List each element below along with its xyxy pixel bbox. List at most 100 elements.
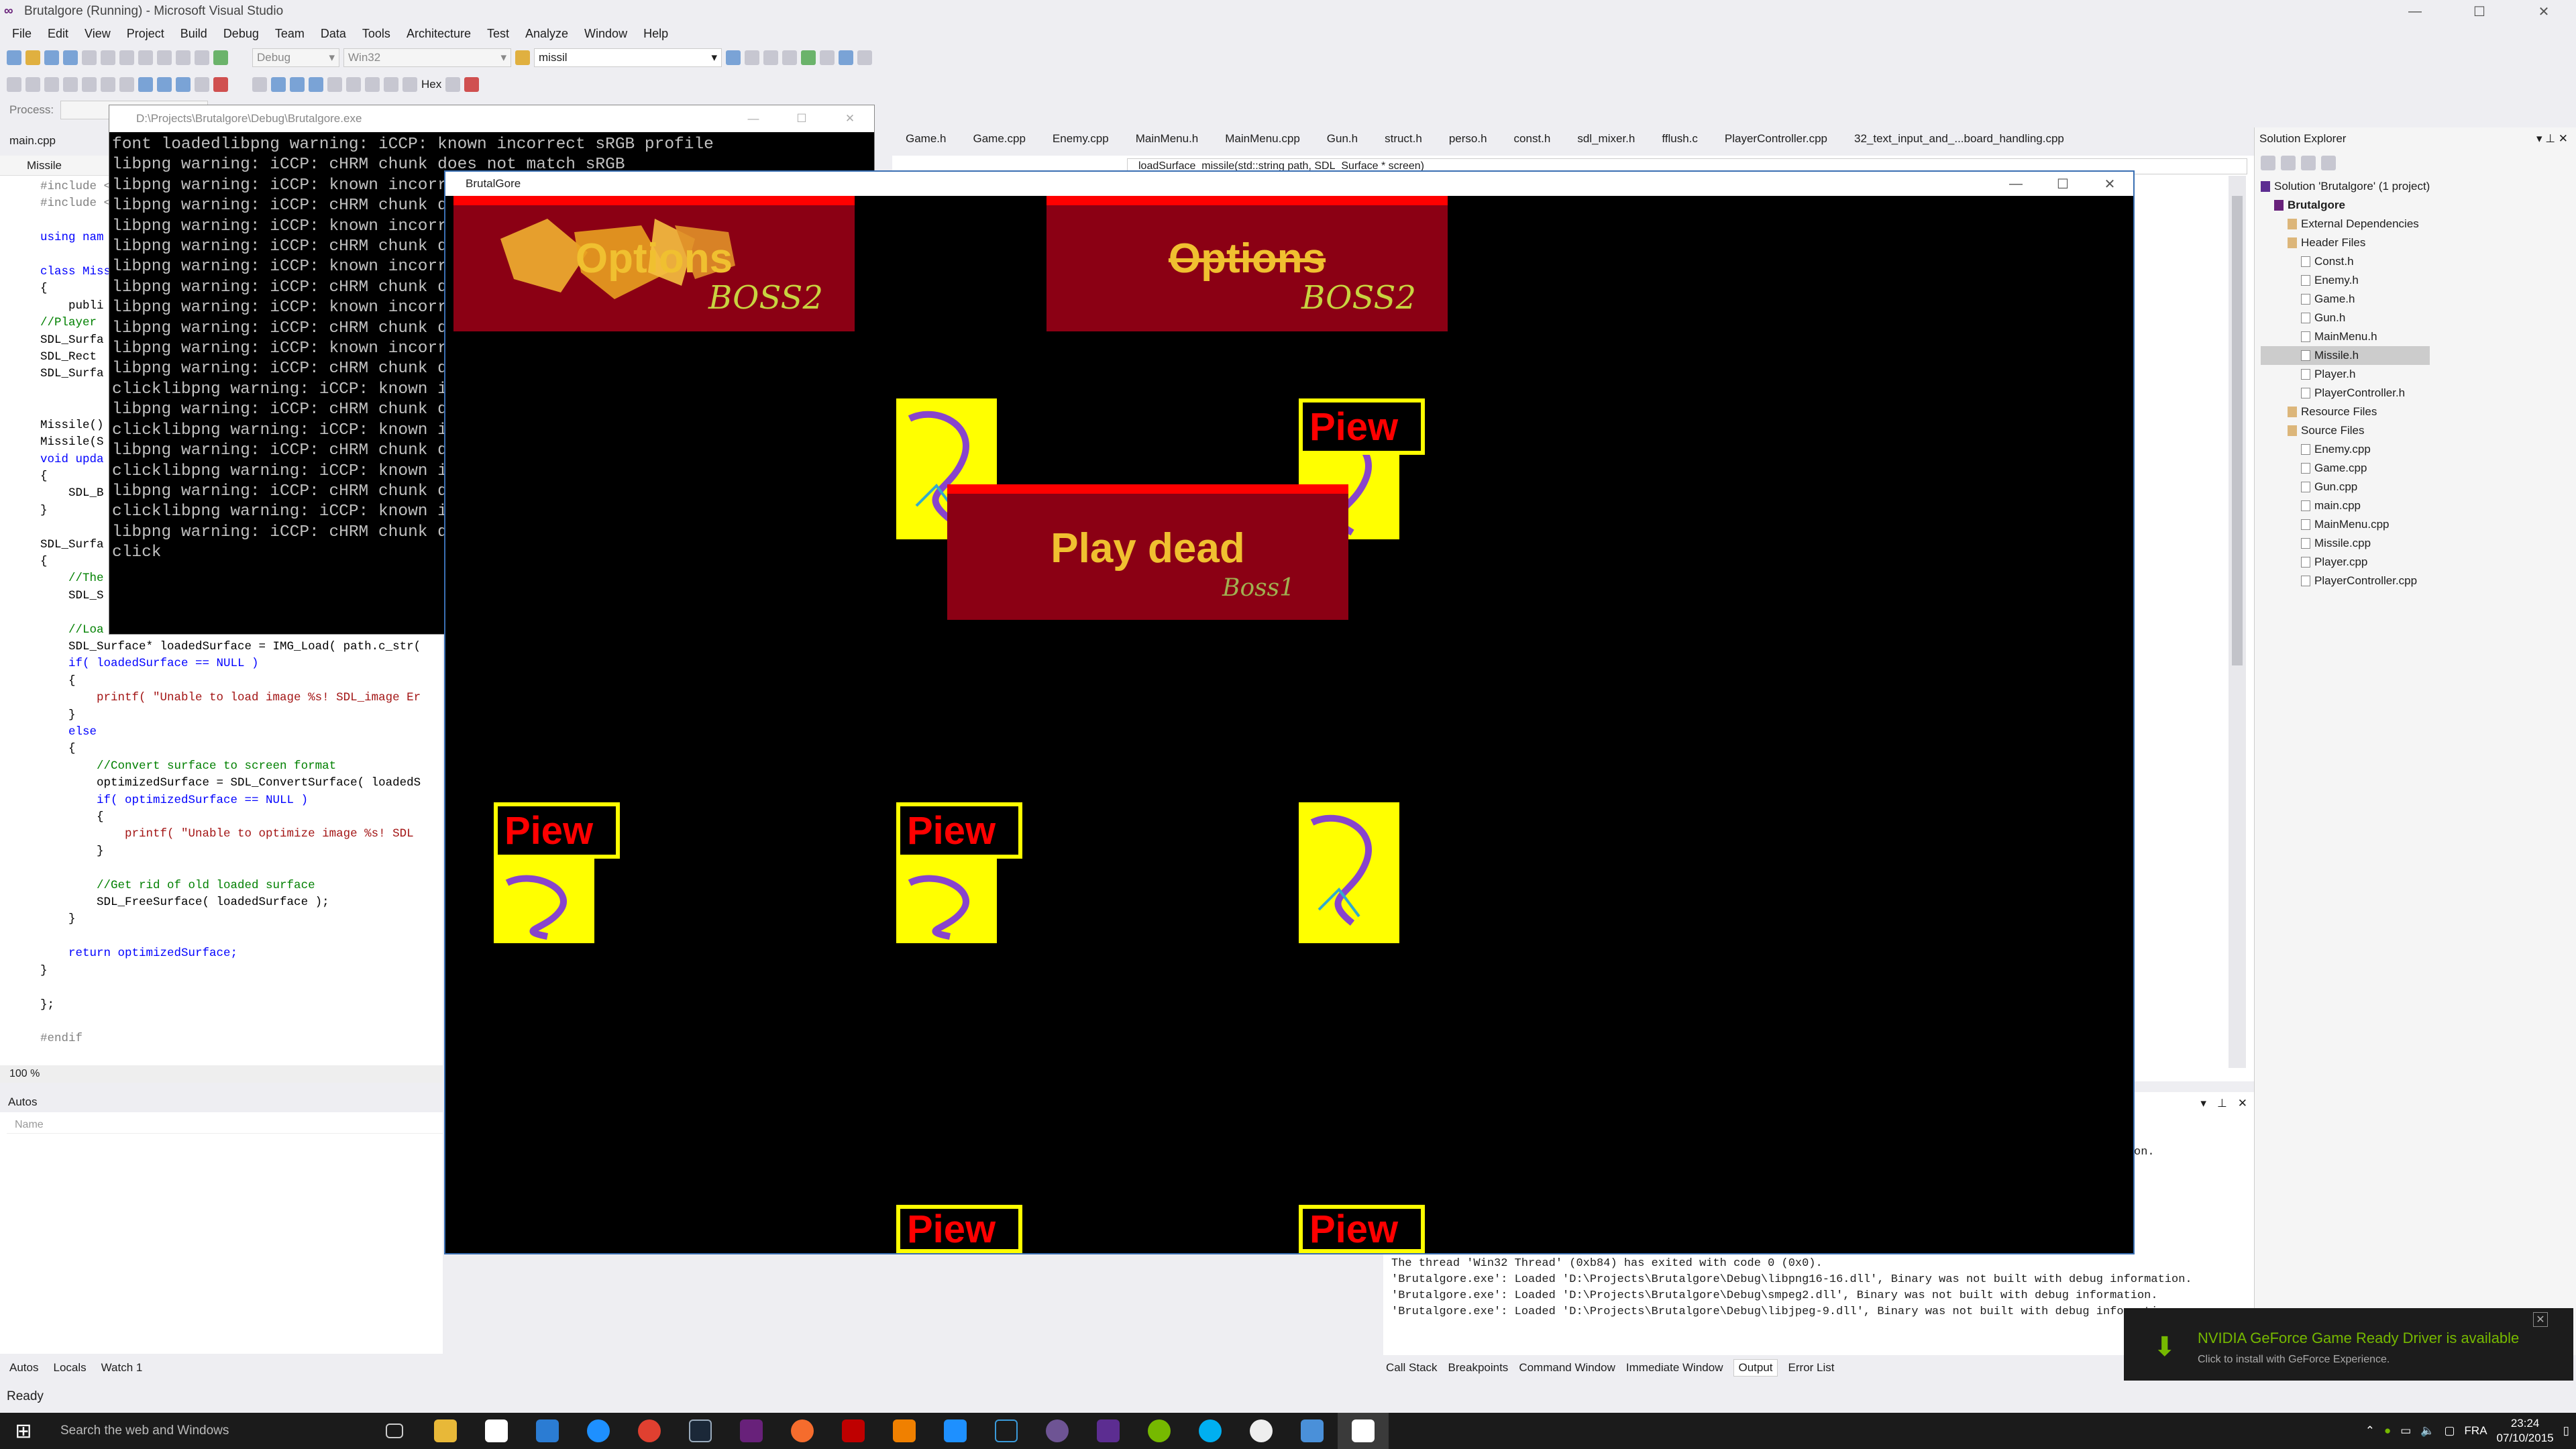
visual-studio-app-icon[interactable] xyxy=(726,1413,777,1449)
minimize-button[interactable]: — xyxy=(1992,172,2039,196)
document-tab[interactable]: 32_text_input_and_...board_handling.cpp xyxy=(1841,132,2078,146)
refresh-icon[interactable] xyxy=(2301,156,2316,170)
vs-infinity-icon[interactable] xyxy=(1083,1413,1134,1449)
monitor-icon[interactable] xyxy=(930,1413,981,1449)
file-explorer-icon[interactable] xyxy=(420,1413,471,1449)
close-button[interactable]: ✕ xyxy=(2086,172,2133,196)
undo-icon[interactable] xyxy=(138,50,153,65)
tab-command-window[interactable]: Command Window xyxy=(1519,1361,1615,1375)
document-tab[interactable]: Enemy.cpp xyxy=(1039,132,1122,146)
tree-item[interactable]: MainMenu.h xyxy=(2261,327,2430,346)
tree-item[interactable]: Solution 'Brutalgore' (1 project) xyxy=(2261,177,2430,196)
document-tab[interactable]: PlayerController.cpp xyxy=(1711,132,1841,146)
menu-item-help[interactable]: Help xyxy=(635,27,676,41)
game-window[interactable]: BrutalGore — ☐ ✕ Options BOSS2 Options B… xyxy=(444,170,2135,1254)
tree-item[interactable]: Player.cpp xyxy=(2261,553,2430,572)
tree-item[interactable]: PlayerController.h xyxy=(2261,384,2430,402)
document-tab[interactable]: const.h xyxy=(1501,132,1564,146)
tree-item[interactable]: Enemy.cpp xyxy=(2261,440,2430,459)
action-center-icon[interactable]: ▢ xyxy=(2444,1424,2455,1438)
step-out-icon[interactable] xyxy=(384,77,398,92)
tab-autos[interactable]: Autos xyxy=(9,1361,38,1375)
bookmark-icon[interactable] xyxy=(82,77,97,92)
view-class-diagram-icon[interactable] xyxy=(2321,156,2336,170)
steam-icon[interactable] xyxy=(675,1413,726,1449)
tree-item[interactable]: MainMenu.cpp xyxy=(2261,515,2430,534)
document-tab[interactable]: Gun.h xyxy=(1313,132,1371,146)
tab-watch-1[interactable]: Watch 1 xyxy=(101,1361,143,1375)
save-all-icon[interactable] xyxy=(63,50,78,65)
menu-item-build[interactable]: Build xyxy=(172,27,215,41)
comment-icon[interactable] xyxy=(7,77,21,92)
search-box[interactable]: Search the web and Windows xyxy=(47,1413,369,1449)
close-button[interactable]: ✕ xyxy=(826,105,874,132)
maximize-button[interactable]: ☐ xyxy=(777,105,826,132)
notifications-icon[interactable]: ▯ xyxy=(2563,1424,2569,1438)
document-tab[interactable]: Game.cpp xyxy=(959,132,1038,146)
toolbox-icon[interactable] xyxy=(782,50,797,65)
tree-item[interactable]: Resource Files xyxy=(2261,402,2430,421)
menu-item-debug[interactable]: Debug xyxy=(215,27,267,41)
hex-toggle[interactable]: Hex xyxy=(421,78,441,91)
skype-icon[interactable] xyxy=(1185,1413,1236,1449)
solution-explorer-icon[interactable] xyxy=(726,50,741,65)
menu-item-file[interactable]: File xyxy=(4,27,40,41)
restart-icon[interactable] xyxy=(309,77,323,92)
exception-icon[interactable] xyxy=(213,77,228,92)
store-icon[interactable] xyxy=(471,1413,522,1449)
step-over-icon[interactable] xyxy=(365,77,380,92)
properties-icon[interactable] xyxy=(745,50,759,65)
menu-item-window[interactable]: Window xyxy=(576,27,635,41)
tree-item[interactable]: Source Files xyxy=(2261,421,2430,440)
close-icon[interactable]: ▾ ⊥ ✕ xyxy=(2536,132,2568,146)
vlc-icon[interactable] xyxy=(879,1413,930,1449)
document-tab[interactable]: fflush.c xyxy=(1648,132,1711,146)
pin-icon[interactable]: ⊥ xyxy=(2217,1097,2227,1110)
show-all-files-icon[interactable] xyxy=(2281,156,2296,170)
start-page-icon[interactable] xyxy=(820,50,835,65)
toolbar-options-icon[interactable] xyxy=(857,50,872,65)
exceptions-dropdown-icon[interactable] xyxy=(464,77,480,92)
document-tab[interactable]: Game.h xyxy=(892,132,959,146)
editor-scrollbar[interactable] xyxy=(2229,176,2246,1068)
zoom-level[interactable]: 100 % xyxy=(0,1065,443,1083)
tree-item[interactable]: Enemy.h xyxy=(2261,271,2430,290)
step-into-icon[interactable] xyxy=(346,77,361,92)
stack-frame-icon[interactable] xyxy=(445,77,461,92)
pause-icon[interactable] xyxy=(271,77,286,92)
tree-item[interactable]: Game.cpp xyxy=(2261,459,2430,478)
window-icon[interactable] xyxy=(138,77,153,92)
task-view-icon[interactable] xyxy=(369,1413,420,1449)
tree-item[interactable]: Player.h xyxy=(2261,365,2430,384)
breakpoint-window-icon[interactable] xyxy=(157,77,172,92)
dropdown-icon[interactable]: ▾ xyxy=(2200,1097,2206,1110)
maximize-button[interactable]: ☐ xyxy=(2039,172,2086,196)
document-tab[interactable]: MainMenu.h xyxy=(1122,132,1212,146)
menu-item-data[interactable]: Data xyxy=(313,27,354,41)
save-icon[interactable] xyxy=(44,50,59,65)
edge-icon[interactable] xyxy=(573,1413,624,1449)
close-button[interactable]: ✕ xyxy=(2512,0,2576,23)
close-icon[interactable]: ✕ xyxy=(2238,1097,2247,1110)
menu-item-view[interactable]: View xyxy=(76,27,119,41)
menu-item-project[interactable]: Project xyxy=(119,27,172,41)
tree-item[interactable]: main.cpp xyxy=(2261,496,2430,515)
start-icon[interactable] xyxy=(252,77,267,92)
tab-breakpoints[interactable]: Breakpoints xyxy=(1448,1361,1509,1375)
clock[interactable]: 23:24 07/10/2015 xyxy=(2497,1416,2554,1446)
brutalgore-app-icon[interactable] xyxy=(1338,1413,1389,1449)
open-file-icon[interactable] xyxy=(25,50,40,65)
new-project-icon[interactable] xyxy=(7,50,21,65)
tree-item[interactable]: PlayerController.cpp xyxy=(2261,572,2430,590)
solution-platform-dropdown[interactable]: Win32 ▾ xyxy=(343,48,511,67)
document-tab[interactable]: struct.h xyxy=(1371,132,1436,146)
chevron-up-icon[interactable]: ⌃ xyxy=(2365,1424,2375,1438)
tree-item[interactable]: Missile.cpp xyxy=(2261,534,2430,553)
indent-icon[interactable] xyxy=(44,77,59,92)
mail-icon[interactable] xyxy=(522,1413,573,1449)
menu-item-tools[interactable]: Tools xyxy=(354,27,398,41)
tab-immediate-window[interactable]: Immediate Window xyxy=(1626,1361,1723,1375)
tree-item[interactable]: Brutalgore xyxy=(2261,196,2430,215)
language-indicator[interactable]: FRA xyxy=(2465,1424,2487,1438)
outdent-icon[interactable] xyxy=(63,77,78,92)
